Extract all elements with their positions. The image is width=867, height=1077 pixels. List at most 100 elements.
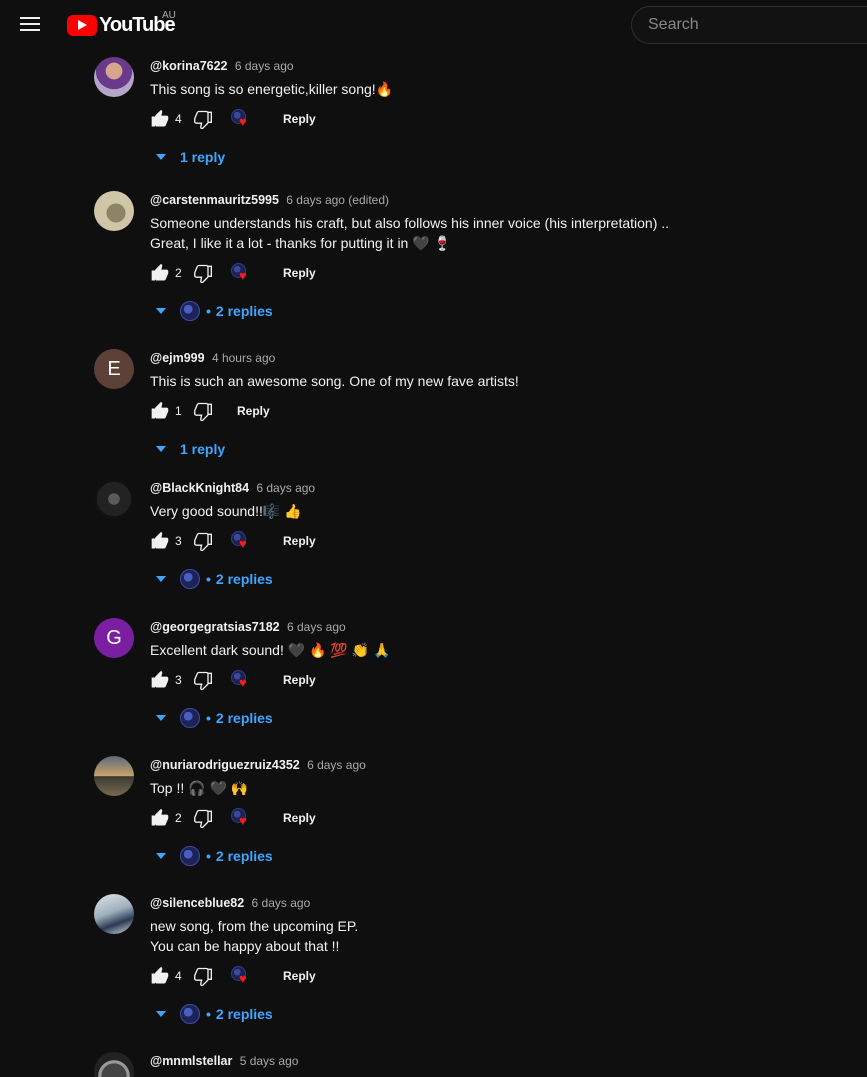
masthead: YouTube AU (0, 0, 867, 50)
separator-dot: • (206, 848, 211, 864)
like-icon[interactable] (150, 109, 170, 129)
like-icon[interactable] (150, 401, 170, 421)
separator-dot: • (206, 710, 211, 726)
youtube-logo[interactable]: YouTube AU (67, 10, 176, 37)
creator-heart-icon: ♥ (231, 262, 253, 284)
comment-author[interactable]: @mnmlstellar (150, 1054, 232, 1068)
replies-label: 2 replies (215, 571, 273, 587)
comment-time[interactable]: 6 days ago (252, 896, 311, 910)
creator-avatar-icon (180, 708, 200, 728)
comment-text: This is such an awesome song. One of my … (150, 373, 519, 389)
chevron-down-icon (156, 576, 166, 582)
avatar[interactable]: E (94, 349, 134, 389)
dislike-icon[interactable] (193, 966, 213, 987)
comment-time[interactable]: 6 days ago (256, 481, 315, 495)
like-count: 4 (175, 969, 182, 983)
like-icon[interactable] (150, 808, 170, 828)
like-count: 3 (175, 673, 182, 687)
menu-icon[interactable] (20, 15, 42, 33)
comment-time[interactable]: 6 days ago (287, 620, 346, 634)
comment-text: Someone understands his craft, but also … (150, 215, 670, 251)
replies-label: 1 reply (180, 149, 226, 165)
like-icon[interactable] (150, 966, 170, 986)
comment-time[interactable]: 6 days ago (edited) (286, 193, 389, 207)
separator-dot: • (206, 1006, 211, 1022)
view-replies-button[interactable]: • 2 replies (156, 844, 850, 868)
comment-text: Excellent dark sound! 🖤 🔥 💯 👏 🙏 (150, 642, 391, 658)
dislike-icon[interactable] (193, 109, 213, 130)
dislike-icon[interactable] (193, 263, 213, 284)
comment-author[interactable]: @georgegratsias7182 (150, 620, 280, 634)
view-replies-button[interactable]: • 2 replies (156, 567, 850, 591)
creator-heart-icon: ♥ (231, 807, 253, 829)
reply-button[interactable]: Reply (231, 400, 276, 422)
reply-button[interactable]: Reply (277, 807, 322, 829)
comment-author[interactable]: @BlackKnight84 (150, 481, 249, 495)
creator-avatar-icon (180, 301, 200, 321)
comment-author[interactable]: @ejm999 (150, 351, 205, 365)
comment-text: Very good sound!!🎼 👍 (150, 503, 302, 519)
creator-heart-icon: ♥ (231, 669, 253, 691)
view-replies-button[interactable]: • 2 replies (156, 1002, 850, 1026)
like-count: 3 (175, 534, 182, 548)
country-code: AU (162, 10, 176, 21)
reply-button[interactable]: Reply (277, 262, 322, 284)
comment-time[interactable]: 6 days ago (235, 59, 294, 73)
view-replies-button[interactable]: 1 reply (156, 437, 850, 461)
view-replies-button[interactable]: 1 reply (156, 145, 850, 169)
creator-heart-icon: ♥ (231, 108, 253, 130)
like-icon[interactable] (150, 670, 170, 690)
comment-text: This song is so energetic,killer song!🔥 (150, 81, 394, 97)
creator-heart-icon: ♥ (231, 965, 253, 987)
comment-time[interactable]: 5 days ago (240, 1054, 299, 1068)
reply-button[interactable]: Reply (277, 669, 322, 691)
comment-actions: 1 Reply (150, 399, 850, 423)
dislike-icon[interactable] (193, 808, 213, 829)
search-box[interactable] (631, 6, 867, 44)
comment-author[interactable]: @carstenmauritz5995 (150, 193, 279, 207)
reply-button[interactable]: Reply (277, 965, 322, 987)
comment-actions: 2 ♥ Reply (150, 261, 850, 285)
comment-time[interactable]: 4 hours ago (212, 351, 275, 365)
creator-avatar-icon (180, 846, 200, 866)
replies-label: 2 replies (215, 848, 273, 864)
avatar[interactable] (94, 894, 134, 934)
comment-actions: 3 ♥ Reply (150, 529, 850, 553)
avatar[interactable] (94, 57, 134, 97)
reply-button[interactable]: Reply (277, 530, 322, 552)
avatar[interactable] (94, 479, 134, 519)
view-replies-button[interactable]: • 2 replies (156, 706, 850, 730)
replies-label: 2 replies (215, 710, 273, 726)
comment-time[interactable]: 6 days ago (307, 758, 366, 772)
reply-button[interactable]: Reply (277, 108, 322, 130)
view-replies-button[interactable]: • 2 replies (156, 299, 850, 323)
replies-label: 2 replies (215, 303, 273, 319)
like-icon[interactable] (150, 263, 170, 283)
dislike-icon[interactable] (193, 401, 213, 422)
comment-author[interactable]: @silenceblue82 (150, 896, 244, 910)
comment-actions: 2 ♥ Reply (150, 806, 850, 830)
dislike-icon[interactable] (193, 670, 213, 691)
avatar-letter: G (106, 626, 122, 649)
like-count: 1 (175, 404, 182, 418)
creator-heart-icon: ♥ (231, 530, 253, 552)
separator-dot: • (206, 303, 211, 319)
avatar-letter: E (107, 357, 121, 380)
avatar[interactable]: G (94, 618, 134, 658)
avatar[interactable] (94, 756, 134, 796)
chevron-down-icon (156, 308, 166, 314)
avatar[interactable] (94, 191, 134, 231)
chevron-down-icon (156, 446, 166, 452)
like-count: 4 (175, 112, 182, 126)
comment-text: Top !! 🎧 🖤 🙌 (150, 780, 249, 796)
dislike-icon[interactable] (193, 531, 213, 552)
chevron-down-icon (156, 154, 166, 160)
search-input[interactable] (648, 16, 867, 34)
avatar[interactable] (94, 1052, 134, 1077)
comment-author[interactable]: @nuriarodriguezruiz4352 (150, 758, 300, 772)
replies-label: 1 reply (180, 441, 226, 457)
comment-author[interactable]: @korina7622 (150, 59, 228, 73)
chevron-down-icon (156, 715, 166, 721)
like-icon[interactable] (150, 531, 170, 551)
comment-actions: 3 ♥ Reply (150, 668, 850, 692)
